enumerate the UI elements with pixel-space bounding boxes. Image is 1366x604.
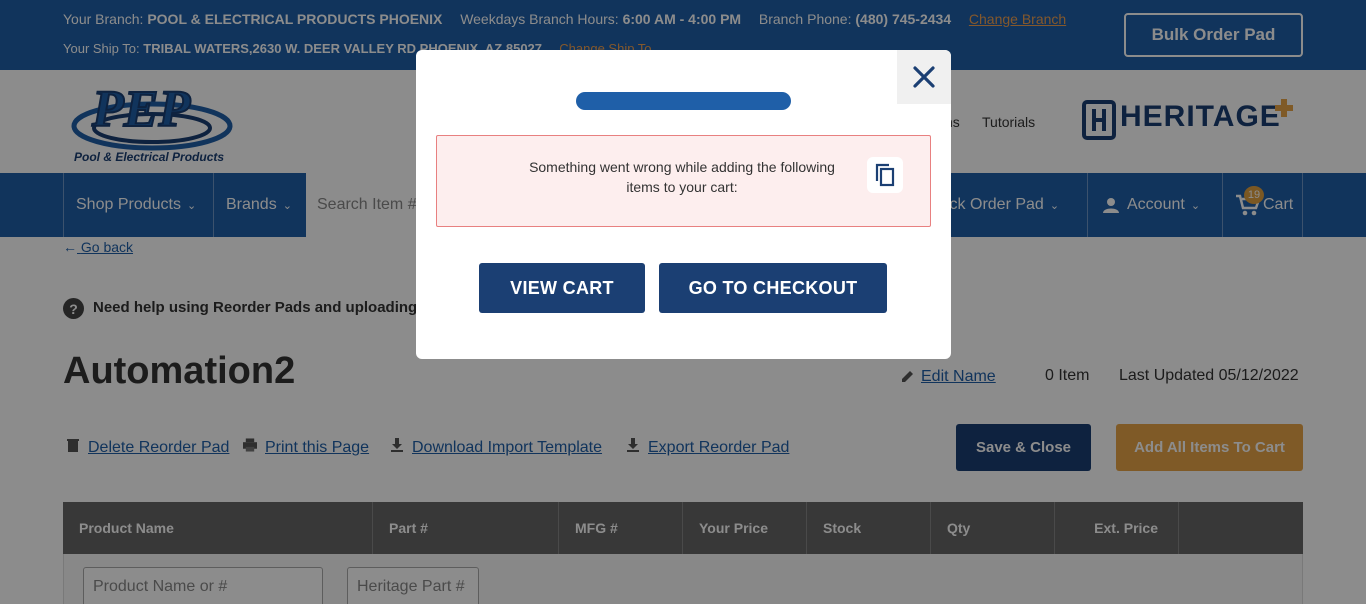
- modal-title-bar: [576, 92, 791, 110]
- go-to-checkout-button[interactable]: GO TO CHECKOUT: [659, 263, 887, 313]
- close-icon[interactable]: [897, 50, 951, 104]
- error-alert: Something went wrong while adding the fo…: [436, 135, 931, 227]
- close-icon-glyph: [913, 66, 935, 88]
- copy-icon-glyph: [875, 163, 895, 187]
- view-cart-button[interactable]: VIEW CART: [479, 263, 645, 313]
- error-message: Something went wrong while adding the fo…: [529, 159, 835, 195]
- error-modal: Something went wrong while adding the fo…: [416, 50, 951, 359]
- copy-icon[interactable]: [867, 157, 903, 193]
